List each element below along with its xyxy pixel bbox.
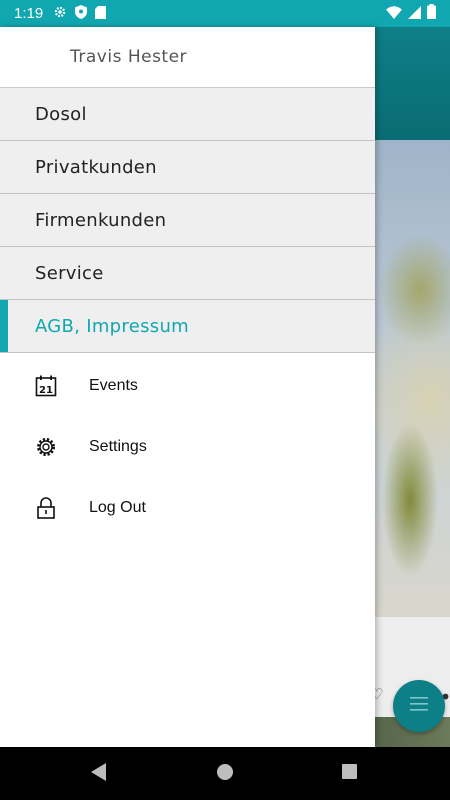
category-label: AGB, Impressum: [35, 315, 189, 337]
category-dosol[interactable]: Dosol: [0, 88, 375, 141]
shield-icon: [75, 4, 88, 23]
calendar-day: 21: [39, 385, 53, 396]
menu-item-label: Log Out: [89, 498, 146, 516]
category-firmenkunden[interactable]: Firmenkunden: [0, 194, 375, 247]
recents-icon: [341, 764, 357, 783]
category-agb-impressum[interactable]: AGB, Impressum: [0, 300, 375, 353]
menu-item-settings[interactable]: Settings: [0, 416, 375, 477]
sd-card-icon: [95, 4, 107, 23]
category-privatkunden[interactable]: Privatkunden: [0, 141, 375, 194]
home-icon: [217, 763, 233, 784]
system-nav-bar: [0, 747, 450, 800]
menu-icon: [410, 696, 428, 716]
menu-item-label: Settings: [89, 437, 147, 455]
user-name: Travis Hester: [70, 47, 188, 67]
lock-icon: [34, 496, 58, 520]
gear-icon: [34, 435, 58, 459]
menu-fab-button[interactable]: [393, 680, 445, 732]
recents-button[interactable]: [319, 747, 379, 800]
category-label: Dosol: [35, 103, 87, 125]
category-service[interactable]: Service: [0, 247, 375, 300]
menu-item-label: Events: [89, 376, 138, 394]
wifi-icon: [386, 4, 402, 23]
status-bar: 1:19: [0, 0, 450, 27]
home-button[interactable]: [195, 747, 255, 800]
back-button[interactable]: [69, 747, 129, 800]
battery-icon: [427, 4, 436, 23]
menu-item-events[interactable]: 21 Events: [0, 355, 375, 416]
back-icon: [91, 762, 107, 785]
menu-item-logout[interactable]: Log Out: [0, 477, 375, 538]
status-time: 1:19: [14, 5, 44, 22]
drawer-header: Travis Hester: [0, 27, 375, 88]
signal-icon: [408, 4, 421, 23]
category-label: Firmenkunden: [35, 209, 167, 231]
category-label: Privatkunden: [35, 156, 157, 178]
navigation-drawer: Travis Hester Dosol Privatkunden Firmenk…: [0, 27, 375, 747]
category-label: Service: [35, 262, 104, 284]
calendar-icon: 21: [34, 374, 58, 398]
gear-icon: [53, 4, 67, 23]
